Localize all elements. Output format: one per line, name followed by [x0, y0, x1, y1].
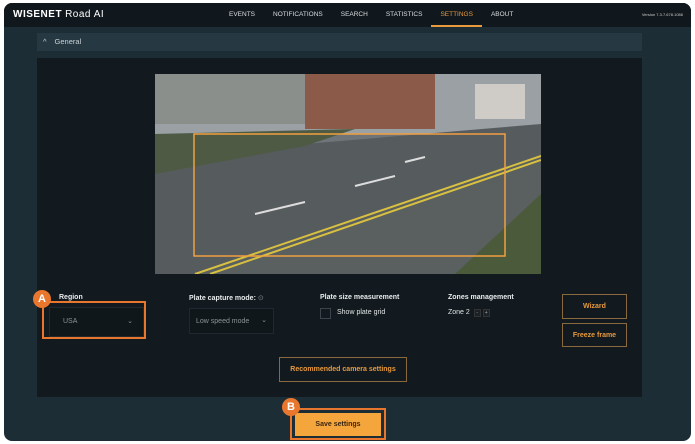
brand: WISENET	[13, 9, 63, 20]
zone-name: Zone 2	[448, 309, 470, 316]
nav-search[interactable]: SEARCH	[332, 3, 377, 27]
product-name: Road AI	[65, 9, 105, 20]
section-title: General	[54, 37, 82, 46]
camera-preview	[155, 74, 541, 274]
plate-size-label: Plate size measurement	[320, 294, 400, 301]
capture-mode-select[interactable]: Low speed mode ⌄	[189, 308, 274, 334]
nav-about[interactable]: ABOUT	[482, 3, 522, 27]
show-plate-grid-label: Show plate grid	[337, 309, 386, 316]
chevron-up-icon: ^	[43, 37, 47, 46]
highlight-save	[290, 408, 386, 440]
app-window: WISENET Road AI EVENTS NOTIFICATIONS SEAR…	[4, 3, 691, 441]
region-label: Region	[59, 294, 83, 301]
zone-plus-button[interactable]: +	[482, 309, 490, 317]
show-plate-grid-checkbox[interactable]	[320, 308, 331, 319]
zones-label: Zones management	[448, 294, 514, 301]
wizard-button[interactable]: Wizard	[562, 294, 627, 319]
general-section-header[interactable]: ^ General	[37, 33, 642, 51]
nav-settings[interactable]: SETTINGS	[431, 3, 482, 27]
info-icon[interactable]: ⊙	[258, 295, 264, 302]
main-nav: EVENTS NOTIFICATIONS SEARCH STATISTICS S…	[220, 3, 522, 27]
nav-events[interactable]: EVENTS	[220, 3, 264, 27]
nav-notifications[interactable]: NOTIFICATIONS	[264, 3, 332, 27]
version-label: Version 7.3.7.678.1086	[641, 12, 683, 17]
annotation-badge-b: B	[282, 398, 300, 416]
chevron-down-icon: ⌄	[261, 317, 267, 324]
recommended-camera-settings-button[interactable]: Recommended camera settings	[279, 357, 407, 382]
freeze-frame-button[interactable]: Freeze frame	[562, 323, 627, 347]
highlight-region	[42, 301, 146, 339]
top-bar: WISENET Road AI EVENTS NOTIFICATIONS SEAR…	[4, 3, 691, 27]
annotation-badge-a: A	[33, 290, 51, 308]
zone-minus-button[interactable]: -	[473, 309, 481, 317]
nav-statistics[interactable]: STATISTICS	[377, 3, 432, 27]
capture-mode-text: Plate capture mode:	[189, 295, 256, 302]
capture-mode-value: Low speed mode	[196, 318, 250, 325]
capture-mode-label: Plate capture mode: ⊙	[189, 294, 264, 302]
logo: WISENET Road AI	[13, 9, 104, 20]
settings-panel: Region USA ⌄ Plate capture mode: ⊙ Low sp…	[37, 58, 642, 397]
zone-control: Zone 2 - +	[448, 309, 490, 317]
